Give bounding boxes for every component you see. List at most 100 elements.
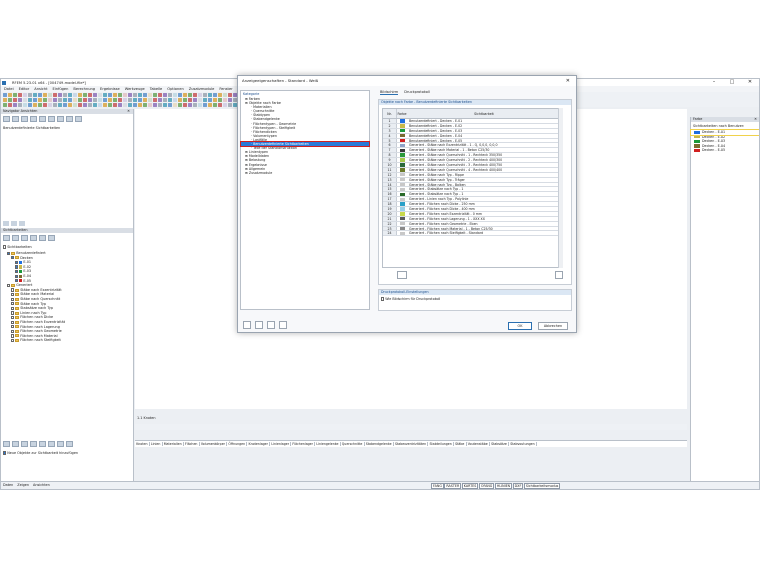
visibilities-checkbox[interactable] [3, 245, 7, 249]
tree-checkbox[interactable] [15, 265, 19, 269]
table-tab[interactable]: Knotenlager [247, 442, 271, 446]
color-picker-button[interactable] [397, 271, 407, 279]
color-cell[interactable] [397, 226, 407, 231]
toolbar-tool-icon[interactable] [68, 102, 72, 107]
toolbar-tool-icon[interactable] [188, 92, 192, 97]
minimize-button[interactable]: – [705, 79, 723, 86]
tree-tool-icon[interactable] [57, 441, 64, 447]
color-swatch-icon[interactable] [399, 168, 405, 172]
same-as-screen-checkbox[interactable] [381, 297, 385, 301]
toolbar-tool-icon[interactable] [98, 97, 102, 102]
toolbar-tool-icon[interactable] [128, 97, 132, 102]
toolbar-tool-icon[interactable] [103, 102, 107, 107]
toolbar-tool-icon[interactable] [58, 92, 62, 97]
toolbar-tool-icon[interactable] [108, 97, 112, 102]
toolbar-tool-icon[interactable] [23, 102, 27, 107]
toolbar-tool-icon[interactable] [83, 97, 87, 102]
status-toggle[interactable]: Sichtbarkeitsmodus [523, 483, 561, 489]
toolbar-tool-icon[interactable] [53, 92, 57, 97]
table-tab[interactable]: Stabteilungen [428, 442, 454, 446]
color-cell[interactable] [397, 158, 407, 162]
toolbar-tool-icon[interactable] [38, 97, 42, 102]
toolbar-tool-icon[interactable] [63, 102, 67, 107]
menu-item[interactable]: Zusatzmodule [189, 87, 215, 91]
color-cell[interactable] [397, 143, 407, 148]
toolbar-tool-icon[interactable] [103, 97, 107, 102]
toolbar-tool-icon[interactable] [123, 97, 127, 102]
view-icon[interactable] [66, 116, 73, 122]
tree-tool-icon[interactable] [48, 441, 55, 447]
menu-item[interactable]: Einfügen [53, 87, 69, 91]
color-swatch-icon[interactable] [399, 119, 405, 123]
toolbar-tool-icon[interactable] [58, 97, 62, 102]
table-tab[interactable]: Stäbe [454, 442, 467, 446]
toolbar-tool-icon[interactable] [223, 92, 227, 97]
tree-checkbox[interactable] [11, 316, 15, 320]
toolbar-tool-icon[interactable] [228, 92, 232, 97]
toolbar-tool-icon[interactable] [108, 92, 112, 97]
color-swatch-icon[interactable] [399, 124, 405, 128]
tool-icon[interactable] [3, 221, 9, 226]
color-swatch-icon[interactable] [399, 212, 405, 216]
toolbar-tool-icon[interactable] [223, 97, 227, 102]
color-swatch-icon[interactable] [399, 143, 405, 148]
color-cell[interactable] [397, 177, 407, 182]
toolbar-tool-icon[interactable] [183, 92, 187, 97]
color-swatch-icon[interactable] [399, 221, 405, 226]
color-cell[interactable] [397, 212, 407, 216]
menu-item[interactable]: Datei [4, 87, 14, 91]
toolbar-tool-icon[interactable] [73, 102, 77, 107]
toolbar-tool-icon[interactable] [78, 102, 82, 107]
toolbar-tool-icon[interactable] [218, 102, 222, 107]
cancel-button[interactable]: Abbrechen [538, 322, 568, 330]
toolbar-tool-icon[interactable] [13, 92, 17, 97]
color-swatch-icon[interactable] [399, 202, 405, 206]
tree-tool-icon[interactable] [39, 441, 46, 447]
toolbar-tool-icon[interactable] [168, 102, 172, 107]
menu-item[interactable]: Tabelle [150, 87, 163, 91]
toolbar-tool-icon[interactable] [133, 92, 137, 97]
status-toggle[interactable]: FANG [431, 483, 444, 489]
toolbar-tool-icon[interactable] [123, 102, 127, 107]
toolbar-tool-icon[interactable] [33, 102, 37, 107]
toolbar-tool-icon[interactable] [198, 92, 202, 97]
tree-checkbox[interactable] [15, 274, 19, 278]
visibility-tool-icon[interactable] [3, 235, 10, 241]
nav-tab[interactable]: Ansichten [33, 483, 50, 487]
tree-checkbox[interactable] [7, 251, 11, 255]
toolbar-tool-icon[interactable] [198, 97, 202, 102]
table-tab[interactable]: Linien [150, 442, 163, 446]
toolbar-tool-icon[interactable] [78, 92, 82, 97]
toolbar-tool-icon[interactable] [218, 92, 222, 97]
toolbar-tool-icon[interactable] [113, 97, 117, 102]
toolbar-tool-icon[interactable] [153, 102, 157, 107]
menu-item[interactable]: Ansicht [34, 87, 47, 91]
color-cell[interactable] [397, 197, 407, 201]
toolbar-tool-icon[interactable] [43, 97, 47, 102]
toolbar-tool-icon[interactable] [173, 92, 177, 97]
toolbar-tool-icon[interactable] [33, 97, 37, 102]
toolbar-tool-icon[interactable] [143, 97, 147, 102]
color-swatch-icon[interactable] [399, 173, 405, 177]
tree-tool-icon[interactable] [66, 441, 73, 447]
toolbar-tool-icon[interactable] [138, 97, 142, 102]
tree-checkbox[interactable] [11, 256, 15, 260]
toolbar-tool-icon[interactable] [13, 97, 17, 102]
table-tab[interactable]: Linienlager [270, 442, 292, 446]
toolbar-tool-icon[interactable] [48, 102, 52, 107]
close-button[interactable]: ✕ [741, 79, 759, 86]
color-swatch-icon[interactable] [399, 182, 405, 187]
toolbar-tool-icon[interactable] [108, 102, 112, 107]
toolbar-tool-icon[interactable] [168, 92, 172, 97]
color-swatch-icon[interactable] [399, 133, 405, 138]
tool-icon[interactable] [11, 221, 17, 226]
toolbar-tool-icon[interactable] [178, 97, 182, 102]
color-swatch-icon[interactable] [399, 148, 405, 152]
tree-tool-icon[interactable] [21, 441, 28, 447]
color-cell[interactable] [397, 217, 407, 221]
toolbar-tool-icon[interactable] [153, 92, 157, 97]
color-swatch-icon[interactable] [399, 231, 405, 236]
toolbar-tool-icon[interactable] [113, 102, 117, 107]
visibility-tool-icon[interactable] [39, 235, 46, 241]
table-tab[interactable]: Volumenkörper [200, 442, 228, 446]
